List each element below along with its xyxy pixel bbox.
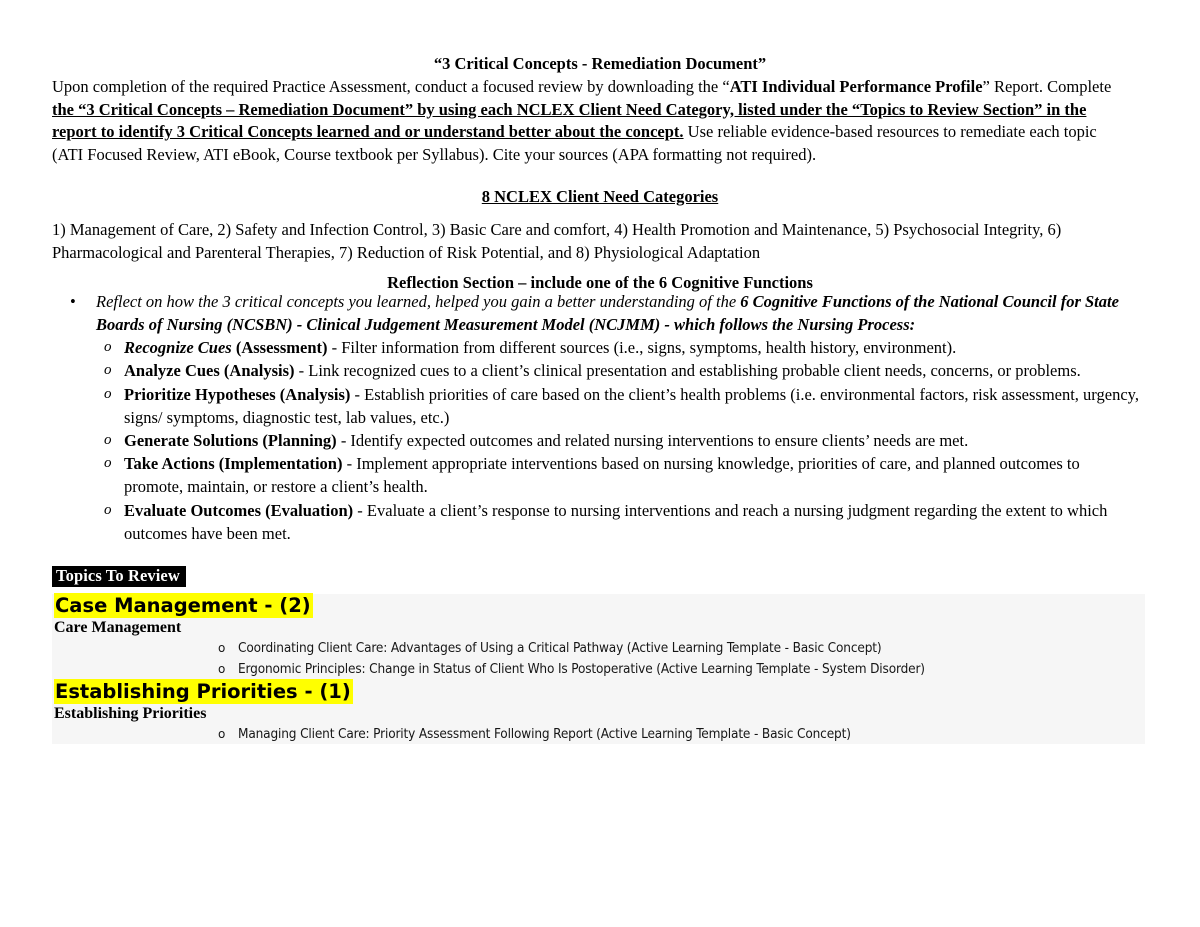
function-term-plain: Evaluate Outcomes (Evaluation) xyxy=(124,500,354,520)
topic-item-text: Ergonomic Principles: Change in Status o… xyxy=(238,661,925,677)
function-description: - Identify expected outcomes and related… xyxy=(336,431,969,450)
list-item: o Managing Client Care: Priority Assessm… xyxy=(52,724,1145,745)
sub-bullet-o-icon: o xyxy=(104,455,112,472)
document-page: “3 Critical Concepts - Remediation Docum… xyxy=(0,0,1200,927)
sub-bullet-o-icon: o xyxy=(104,501,112,518)
sub-bullet-o-icon: o xyxy=(104,362,112,379)
cognitive-functions-list: o Recognize Cues (Assessment) - Filter i… xyxy=(52,336,1142,545)
function-description: - Link recognized cues to a client’s cli… xyxy=(294,361,1081,381)
intro-bold-report-name: ATI Individual Performance Profile xyxy=(729,77,983,96)
topic-heading-text: Establishing Priorities - (1) xyxy=(54,679,353,704)
reflection-italic-lead: Reflect on how the 3 critical concepts y… xyxy=(96,292,741,311)
topic-section-establishing-priorities: Establishing Priorities - (1) Establishi… xyxy=(52,679,1145,745)
function-description: - Filter information from different sour… xyxy=(327,338,957,358)
categories-list: 1) Management of Care, 2) Safety and Inf… xyxy=(52,220,1062,262)
list-item: o Coordinating Client Care: Advantages o… xyxy=(52,638,1145,659)
topics-to-review-badge: Topics To Review xyxy=(52,566,186,587)
list-item: o Recognize Cues (Assessment) - Filter i… xyxy=(52,336,1142,359)
list-item: o Take Actions (Implementation) - Implem… xyxy=(52,452,1142,498)
sub-bullet-o-icon: o xyxy=(218,662,226,676)
intro-text-part-1: Upon completion of the required Practice… xyxy=(52,77,730,96)
function-term-plain: (Assessment) xyxy=(231,338,328,358)
list-item: o Ergonomic Principles: Change in Status… xyxy=(52,659,1145,680)
topic-item-text: Managing Client Care: Priority Assessmen… xyxy=(238,726,851,742)
sub-bullet-o-icon: o xyxy=(104,432,112,448)
reflection-bullet: • Reflect on how the 3 critical concepts… xyxy=(52,291,1142,336)
sub-bullet-o-icon: o xyxy=(104,385,112,402)
list-item: o Analyze Cues (Analysis) - Link recogni… xyxy=(52,359,1142,382)
function-term-plain: Analyze Cues (Analysis) xyxy=(124,361,295,381)
bullet-dot-icon: • xyxy=(70,292,76,311)
document-title: “3 Critical Concepts - Remediation Docum… xyxy=(433,54,767,73)
sub-bullet-o-icon: o xyxy=(218,727,226,741)
topic-heading: Case Management - (2) xyxy=(52,593,1145,618)
topic-item-text: Coordinating Client Care: Advantages of … xyxy=(238,640,882,656)
sub-bullet-o-icon: o xyxy=(218,641,226,655)
topic-subheading: Establishing Priorities xyxy=(54,705,207,722)
reflection-heading: Reflection Section – include one of the … xyxy=(387,273,813,292)
topic-item-list: o Coordinating Client Care: Advantages o… xyxy=(52,638,1145,680)
topic-item-list: o Managing Client Care: Priority Assessm… xyxy=(52,724,1145,745)
topics-to-review-panel: Case Management - (2) Care Management o … xyxy=(52,593,1145,745)
list-item: o Generate Solutions (Planning) - Identi… xyxy=(52,429,1142,452)
reflection-block: • Reflect on how the 3 critical concepts… xyxy=(52,291,1142,545)
categories-heading: 8 NCLEX Client Need Categories xyxy=(52,187,1148,207)
topic-heading-text: Case Management - (2) xyxy=(54,593,313,618)
intro-text-part-2: ” Report. Complete xyxy=(982,77,1112,96)
function-term-plain: Prioritize Hypotheses (Analysis) xyxy=(124,384,351,404)
reflection-bullet-list: • Reflect on how the 3 critical concepts… xyxy=(52,291,1142,336)
function-term-plain: Generate Solutions (Planning) xyxy=(124,431,337,450)
topic-section-case-management: Case Management - (2) Care Management o … xyxy=(52,593,1145,680)
function-term-plain: Take Actions (Implementation) xyxy=(124,454,343,474)
sub-bullet-o-icon: o xyxy=(104,339,112,356)
function-term-italic: Recognize Cues xyxy=(124,338,232,358)
list-item: o Evaluate Outcomes (Evaluation) - Evalu… xyxy=(52,499,1142,545)
categories-heading-text: 8 NCLEX Client Need Categories xyxy=(481,187,719,206)
list-item: o Prioritize Hypotheses (Analysis) - Est… xyxy=(52,383,1142,429)
topic-heading: Establishing Priorities - (1) xyxy=(52,679,1145,704)
intro-paragraph: Upon completion of the required Practice… xyxy=(52,76,1132,166)
topic-subheading: Care Management xyxy=(54,619,182,636)
